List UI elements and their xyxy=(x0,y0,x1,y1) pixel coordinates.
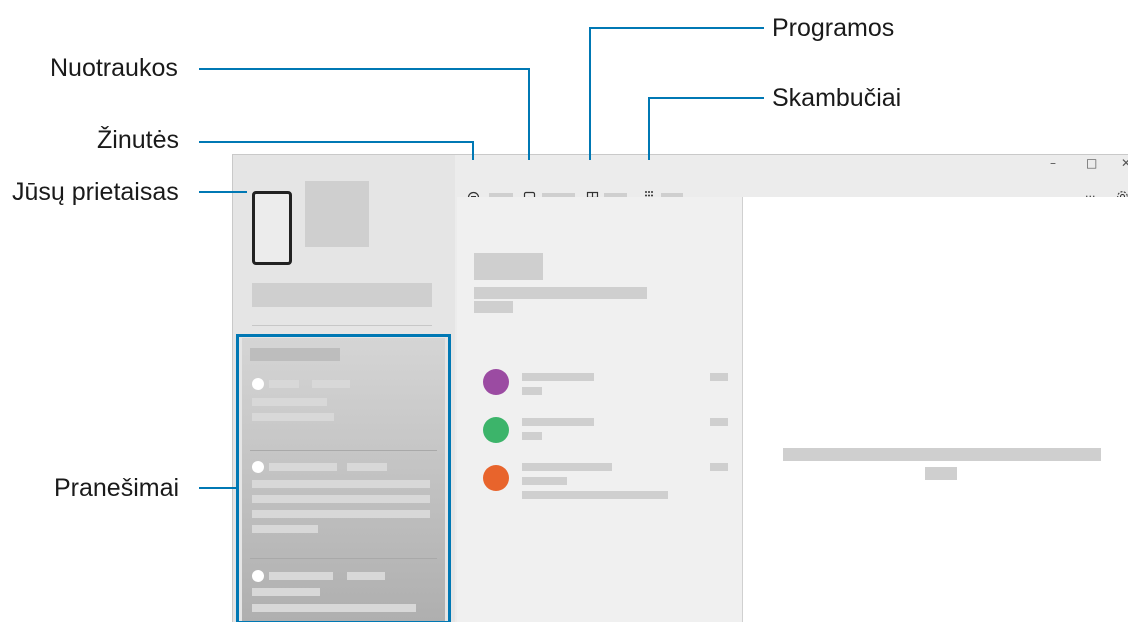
empty-state-text-placeholder xyxy=(925,467,957,480)
callout-nuotraukos: Nuotraukos xyxy=(50,54,178,82)
conversation-detail-panel xyxy=(743,197,1128,622)
callout-line xyxy=(649,97,764,99)
empty-state-text-placeholder xyxy=(783,448,1101,461)
avatar xyxy=(483,417,509,443)
conversation-line xyxy=(522,387,542,395)
callout-line xyxy=(199,141,474,143)
notifications-highlight-box xyxy=(236,334,451,622)
maximize-button[interactable]: □ xyxy=(1086,157,1097,169)
conversation-line xyxy=(522,418,594,426)
callout-pranesimai: Pranešimai xyxy=(54,474,180,502)
messages-heading-placeholder xyxy=(474,253,543,280)
avatar xyxy=(483,465,509,491)
close-button[interactable]: ✕ xyxy=(1121,157,1128,169)
callout-line xyxy=(199,68,530,70)
callout-programos: Programos xyxy=(772,14,895,42)
callout-line xyxy=(528,68,530,160)
device-status-placeholder xyxy=(252,283,432,307)
callout-zinutes: Žinutės xyxy=(97,126,179,154)
callout-skambuciai: Skambučiai xyxy=(772,84,902,112)
minimize-button[interactable]: – xyxy=(1050,157,1056,169)
callout-line xyxy=(199,191,247,193)
conversation-line xyxy=(522,477,567,485)
left-divider xyxy=(252,325,432,326)
conversation-time xyxy=(710,373,728,381)
conversation-line xyxy=(522,373,594,381)
conversation-time xyxy=(710,463,728,471)
callout-line xyxy=(472,141,474,160)
callout-line xyxy=(590,27,764,29)
messages-subheading-placeholder xyxy=(474,301,513,313)
conversation-line xyxy=(522,463,612,471)
device-name-placeholder xyxy=(305,181,369,247)
conversation-time xyxy=(710,418,728,426)
callout-line xyxy=(589,27,591,160)
callout-line xyxy=(648,97,650,160)
phone-device-image xyxy=(252,191,292,265)
messages-subheading-placeholder xyxy=(474,287,647,299)
conversation-line xyxy=(522,432,542,440)
messages-list-panel xyxy=(457,197,743,622)
callout-line xyxy=(199,487,237,489)
avatar xyxy=(483,369,509,395)
conversation-line xyxy=(522,491,668,499)
callout-prietaisas: Jūsų prietaisas xyxy=(12,178,179,206)
